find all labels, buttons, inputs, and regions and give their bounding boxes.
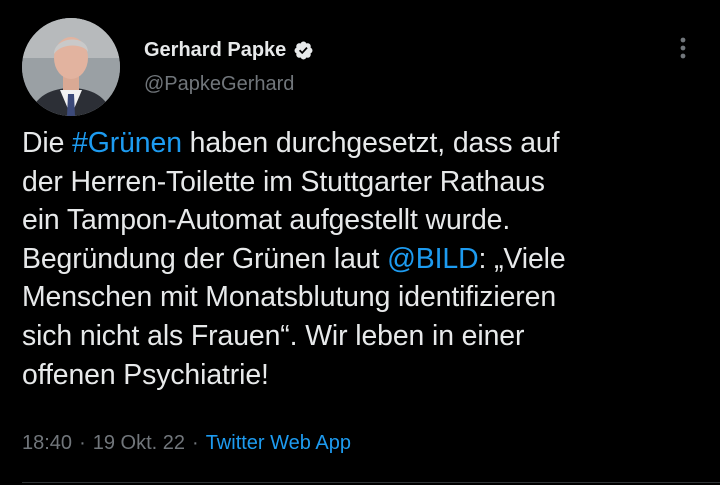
tweet-text-segment: Die bbox=[22, 127, 73, 159]
tweet-text-segment: ein Tampon-Automat aufgestellt wurde. bbox=[22, 204, 511, 237]
meta-separator: · bbox=[79, 432, 86, 454]
tweet-source-link[interactable]: Twitter Web App bbox=[206, 432, 351, 455]
tweet-time[interactable]: 18:40 bbox=[22, 432, 72, 455]
tweet-card: Gerhard Papke @PapkeGerhard Die #Grünen … bbox=[0, 0, 720, 485]
author-name-row[interactable]: Gerhard Papke bbox=[144, 36, 314, 64]
hashtag-link[interactable]: #Grünen bbox=[72, 127, 182, 159]
tweet-text-line: Begründung der Grünen laut @BILD: „Viele bbox=[22, 240, 702, 279]
tweet-text-segment: Begründung der Grünen laut bbox=[22, 242, 388, 275]
tweet-text-line: ein Tampon-Automat aufgestellt wurde. bbox=[22, 201, 702, 240]
tweet-text-segment: haben durchgesetzt, dass auf bbox=[181, 127, 560, 159]
meta-separator: · bbox=[192, 432, 199, 454]
tweet-text-line: sich nicht als Frauen“. Wir leben in ein… bbox=[22, 317, 702, 356]
tweet-meta: 18:40 · 19 Okt. 22 · Twitter Web App bbox=[22, 432, 351, 455]
tweet-text-line: Menschen mit Monatsblutung identifiziere… bbox=[22, 278, 702, 317]
tweet-text-line: Die #Grünen haben durchgesetzt, dass auf bbox=[22, 124, 702, 163]
tweet-text-line: der Herren-Toilette im Stuttgarter Ratha… bbox=[22, 163, 702, 202]
author-display-name[interactable]: Gerhard Papke bbox=[144, 39, 286, 62]
mention-link[interactable]: @BILD bbox=[387, 243, 479, 275]
tweet-date[interactable]: 19 Okt. 22 bbox=[93, 432, 185, 455]
more-options-button[interactable] bbox=[668, 30, 698, 66]
tweet-text-line: offenen Psychiatrie! bbox=[22, 356, 702, 395]
divider bbox=[22, 482, 720, 483]
tweet-text: Die #Grünen haben durchgesetzt, dass auf… bbox=[22, 124, 702, 394]
tweet-text-segment: Menschen mit Monatsblutung identifiziere… bbox=[22, 281, 557, 314]
tweet-text-segment: sich nicht als Frauen“. Wir leben in ein… bbox=[22, 319, 525, 352]
tweet-text-segment: : „Viele bbox=[478, 242, 566, 275]
tweet-text-segment: der Herren-Toilette im Stuttgarter Ratha… bbox=[22, 165, 545, 198]
more-options-icon bbox=[680, 37, 686, 59]
profile-photo-icon bbox=[22, 18, 120, 116]
verified-badge-icon bbox=[294, 41, 313, 59]
author-handle[interactable]: @PapkeGerhard bbox=[144, 73, 294, 96]
tweet-text-segment: offenen Psychiatrie! bbox=[22, 358, 269, 391]
avatar[interactable] bbox=[22, 18, 120, 116]
